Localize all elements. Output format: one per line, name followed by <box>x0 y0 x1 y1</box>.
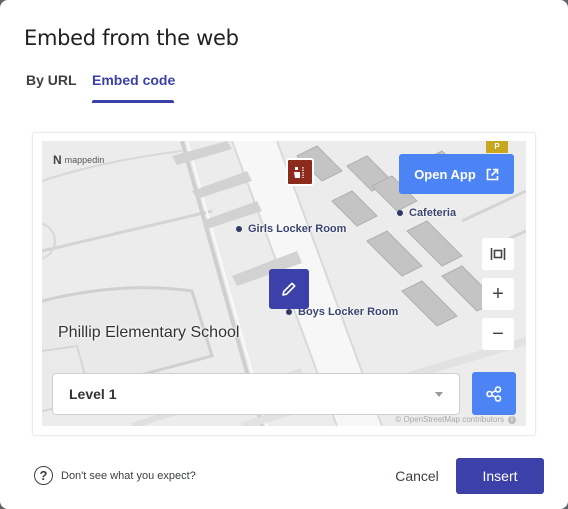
open-app-button[interactable]: Open App <box>399 154 514 194</box>
zoom-in-button[interactable]: + <box>482 278 514 310</box>
fit-bounds-button[interactable] <box>482 238 514 270</box>
mappedin-logo: N mappedin <box>53 153 105 167</box>
help-icon: ? <box>34 466 53 485</box>
poi-cafeteria[interactable]: Cafeteria <box>397 207 456 219</box>
share-icon <box>486 385 502 402</box>
poi-girls-locker-room[interactable]: Girls Locker Room <box>236 223 346 235</box>
fit-bounds-icon <box>490 248 506 260</box>
tab-by-url[interactable]: By URL <box>26 72 77 88</box>
restroom-icon[interactable] <box>286 158 314 186</box>
zoom-out-button[interactable]: − <box>482 318 514 350</box>
poi-marker-icon <box>236 226 242 232</box>
insert-button[interactable]: Insert <box>456 458 544 494</box>
tab-embed-code[interactable]: Embed code <box>92 72 175 88</box>
external-link-icon <box>486 168 499 180</box>
parking-icon[interactable]: P <box>486 141 508 153</box>
poi-marker-icon <box>397 210 403 216</box>
help-text: Don't see what you expect? <box>61 469 196 482</box>
poi-marker-icon <box>286 309 292 315</box>
share-button[interactable] <box>472 372 516 415</box>
embed-preview-frame: N mappedin P Girls Locker Room Cafeteria <box>33 133 535 435</box>
building-name-label: Phillip Elementary School <box>58 324 240 341</box>
restroom-glyph-icon <box>294 167 304 178</box>
map-view[interactable]: N mappedin P Girls Locker Room Cafeteria <box>42 141 526 426</box>
cancel-button[interactable]: Cancel <box>383 458 451 494</box>
level-select-value: Level 1 <box>69 386 117 402</box>
help-link[interactable]: ? Don't see what you expect? <box>34 466 196 485</box>
edit-button[interactable] <box>269 269 309 309</box>
pencil-icon <box>282 282 296 296</box>
level-select[interactable]: Level 1 <box>52 373 460 415</box>
minus-icon: − <box>492 322 504 345</box>
chevron-down-icon <box>435 392 443 397</box>
plus-icon: + <box>492 282 504 305</box>
active-tab-indicator <box>92 100 174 103</box>
info-icon[interactable]: i <box>508 415 516 424</box>
dialog-title: Embed from the web <box>24 26 239 50</box>
embed-dialog: Embed from the web By URL Embed code N m… <box>0 0 568 509</box>
map-attribution: © OpenStreetMap contributors i <box>395 415 516 424</box>
